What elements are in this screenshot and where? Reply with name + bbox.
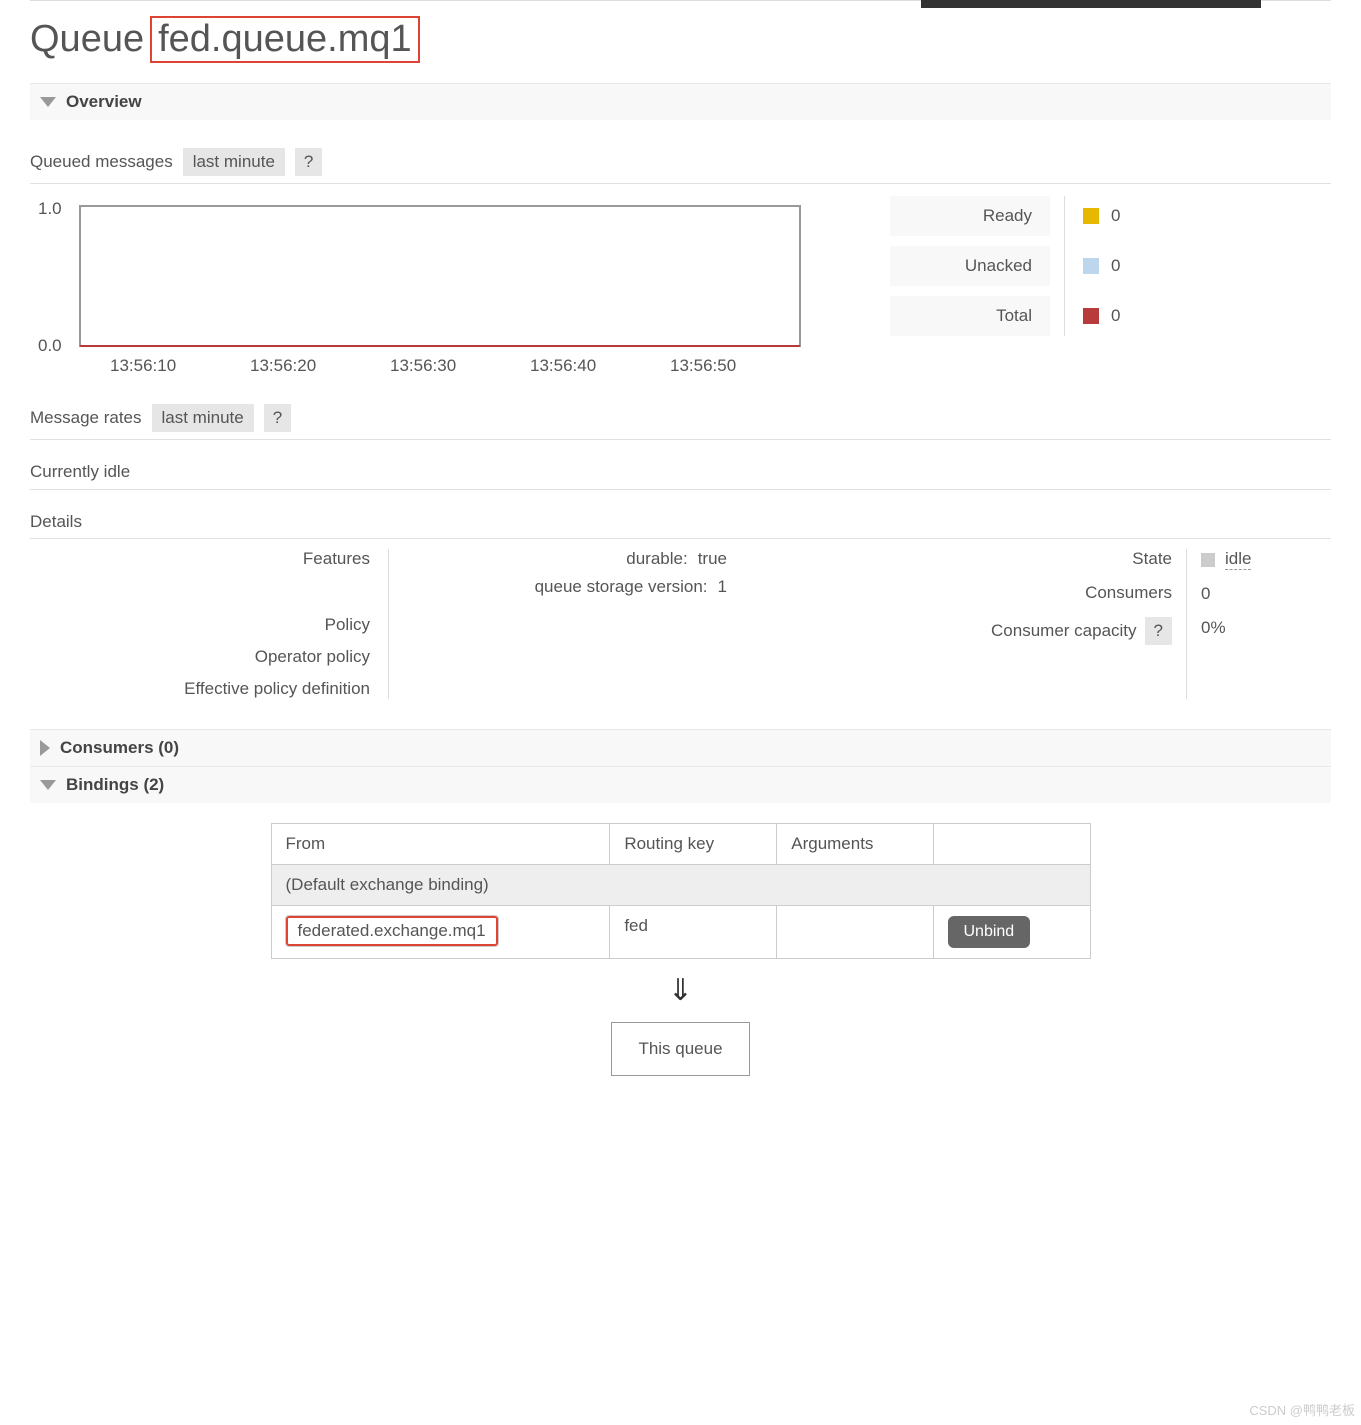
capacity-label: Consumer capacity: [991, 621, 1137, 641]
legend-unacked-value: 0: [1111, 256, 1120, 276]
state-swatch: [1201, 553, 1215, 567]
qsv-value: 1: [718, 577, 727, 597]
capacity-value: 0%: [1201, 618, 1331, 638]
col-arguments: Arguments: [777, 824, 933, 865]
section-overview-label: Overview: [66, 92, 142, 112]
col-routing-key: Routing key: [610, 824, 777, 865]
durable-value: true: [698, 549, 727, 569]
unbind-button[interactable]: Unbind: [948, 916, 1031, 948]
chevron-right-icon: [40, 740, 50, 756]
policy-label: Policy: [325, 615, 370, 635]
legend-ready-label: Ready: [890, 196, 1050, 236]
chevron-down-icon: [40, 780, 56, 790]
rates-label: Message rates: [30, 408, 142, 428]
swatch-unacked: [1083, 258, 1099, 274]
chart-queued-messages: 1.0 0.0 13:56:10 13:56:20 13:56:30 13:56…: [30, 196, 810, 376]
legend-total-value: 0: [1111, 306, 1120, 326]
rates-help-icon[interactable]: ?: [264, 404, 291, 432]
tab-indicator: [921, 0, 1261, 8]
svg-text:0.0: 0.0: [38, 336, 62, 355]
idle-status: Currently idle: [30, 462, 1331, 490]
svg-text:13:56:50: 13:56:50: [670, 356, 736, 375]
operator-policy-label: Operator policy: [255, 647, 370, 667]
qsv-key: queue storage version:: [535, 577, 708, 597]
binding-from-link[interactable]: federated.exchange.mq1: [286, 916, 498, 946]
section-bindings-label: Bindings (2): [66, 775, 164, 795]
svg-text:13:56:10: 13:56:10: [110, 356, 176, 375]
state-label: State: [1132, 549, 1172, 569]
message-rates-header: Message rates last minute ?: [30, 404, 1331, 440]
default-binding-text: (Default exchange binding): [271, 865, 1090, 906]
consumers-label: Consumers: [1085, 583, 1172, 603]
swatch-total: [1083, 308, 1099, 324]
binding-routing-key: fed: [610, 906, 777, 959]
help-icon[interactable]: ?: [295, 148, 322, 176]
features-label: Features: [303, 549, 370, 569]
legend-ready-value: 0: [1111, 206, 1120, 226]
legend-total-label: Total: [890, 296, 1050, 336]
chevron-down-icon: [40, 97, 56, 107]
title-queue-name: fed.queue.mq1: [150, 16, 420, 63]
svg-text:1.0: 1.0: [38, 199, 62, 218]
details-header: Details: [30, 512, 1331, 539]
effective-policy-label: Effective policy definition: [184, 679, 370, 699]
rates-range-selector[interactable]: last minute: [152, 404, 254, 432]
chart-legend: Ready Unacked Total 0 0 0: [890, 196, 1124, 336]
section-consumers[interactable]: Consumers (0): [30, 729, 1331, 766]
svg-text:13:56:30: 13:56:30: [390, 356, 456, 375]
queued-messages-header: Queued messages last minute ?: [30, 148, 1331, 184]
this-queue-box: This queue: [611, 1022, 749, 1076]
page-title: Queue fed.queue.mq1: [30, 16, 1331, 63]
svg-text:13:56:40: 13:56:40: [530, 356, 596, 375]
bindings-table: From Routing key Arguments (Default exch…: [271, 823, 1091, 959]
state-value: idle: [1225, 549, 1251, 570]
durable-key: durable:: [626, 549, 687, 569]
svg-text:13:56:20: 13:56:20: [250, 356, 316, 375]
swatch-ready: [1083, 208, 1099, 224]
consumers-value: 0: [1201, 584, 1331, 604]
section-bindings[interactable]: Bindings (2): [30, 766, 1331, 803]
section-overview[interactable]: Overview: [30, 83, 1331, 120]
flow-arrow-icon: ⇓: [668, 973, 693, 1008]
binding-arguments: [777, 906, 933, 959]
capacity-help-icon[interactable]: ?: [1145, 617, 1172, 645]
legend-unacked-label: Unacked: [890, 246, 1050, 286]
queued-label: Queued messages: [30, 152, 173, 172]
watermark: CSDN @鸭鸭老板: [1249, 1400, 1355, 1419]
binding-row: federated.exchange.mq1 fed Unbind: [271, 906, 1090, 959]
section-consumers-label: Consumers (0): [60, 738, 179, 758]
title-prefix: Queue: [30, 18, 144, 61]
default-binding-row: (Default exchange binding): [271, 865, 1090, 906]
range-selector[interactable]: last minute: [183, 148, 285, 176]
bindings-header-row: From Routing key Arguments: [271, 824, 1090, 865]
col-from: From: [271, 824, 610, 865]
